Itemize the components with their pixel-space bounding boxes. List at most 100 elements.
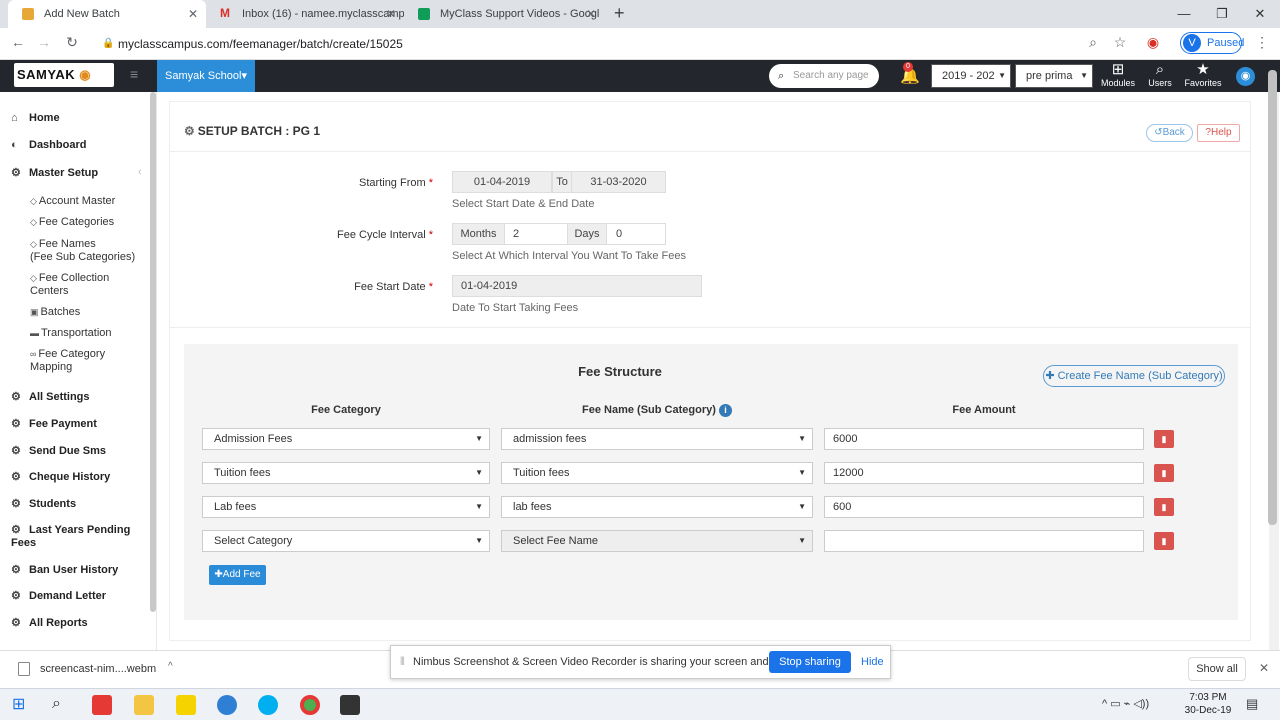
fee-name-select[interactable]: Tuition fees ▼ [501, 462, 813, 484]
folder-icon[interactable] [134, 695, 154, 715]
fee-amount-input[interactable]: 6000 [824, 428, 1144, 450]
stop-sharing-button[interactable]: Stop sharing [769, 651, 851, 673]
sidebar-subitem-fee-categories[interactable]: ◇ Fee Categories [30, 216, 114, 229]
create-fee-name-button[interactable]: ✚ Create Fee Name (Sub Category) [1043, 365, 1225, 387]
video-editor-icon[interactable] [340, 695, 360, 715]
add-fee-button[interactable]: ✚Add Fee [209, 565, 266, 585]
clock[interactable]: 7:03 PM 30-Dec-19 [1182, 691, 1234, 717]
end-date-input[interactable]: 31-03-2020 [571, 171, 666, 193]
sidebar-item-send-due-sms[interactable]: ⚙ Send Due Sms [11, 444, 106, 457]
sidebar-subitem-fee-category-mapping[interactable]: ∞ Fee Category Mapping [30, 348, 105, 374]
sidebar-item-fee-payment[interactable]: ⚙ Fee Payment [11, 417, 97, 430]
search-icon[interactable]: ⌕ [52, 695, 61, 713]
close-icon[interactable]: ✕ [1259, 661, 1269, 675]
sidebar-item-demand-letter[interactable]: ⚙ Demand Letter [11, 589, 106, 602]
extension-icon[interactable]: ◉ [1143, 34, 1163, 51]
sidebar-subitem-batches[interactable]: ▣ Batches [30, 306, 80, 319]
skype-icon[interactable] [258, 695, 278, 715]
year-select[interactable]: 2019 - 202 ▼ [931, 64, 1011, 88]
delete-row-button[interactable]: ▮ [1154, 464, 1174, 482]
sidebar-subitem-account-master[interactable]: ◇ Account Master [30, 195, 115, 208]
logo[interactable]: SAMYAK ◉ [14, 63, 114, 87]
delete-row-button[interactable]: ▮ [1154, 532, 1174, 550]
months-input[interactable]: 2 [504, 223, 568, 245]
sidebar-subitem-fee-collection[interactable]: ◇ Fee Collection Centers [30, 272, 109, 298]
trash-icon: ▮ [1161, 434, 1167, 444]
zoom-icon[interactable]: ⌕ [1083, 34, 1103, 51]
fee-category-select[interactable]: Lab fees ▼ [202, 496, 490, 518]
sidebar-item-cheque-history[interactable]: ⚙ Cheque History [11, 470, 110, 483]
sidebar-item-all-settings[interactable]: ⚙ All Settings [11, 390, 90, 403]
fee-name-select[interactable]: lab fees ▼ [501, 496, 813, 518]
tab-add-new-batch[interactable]: Add New Batch ✕ [8, 0, 206, 28]
close-icon[interactable]: ✕ [586, 0, 596, 28]
close-icon[interactable]: ✕ [386, 0, 396, 28]
users-button[interactable]: ⌕ Users [1138, 62, 1182, 89]
back-button[interactable]: ↺Back [1146, 124, 1193, 142]
sidebar-subitem-fee-names[interactable]: ◇ Fee Names (Fee Sub Categories) [30, 238, 135, 264]
help-button[interactable]: ?Help [1197, 124, 1240, 142]
fee-amount-input[interactable]: 12000 [824, 462, 1144, 484]
menu-dots-icon[interactable]: ⋮ [1252, 34, 1272, 51]
sidebar-item-last-years-pending-fees[interactable]: ⚙ Last Years Pending Fees [11, 524, 141, 550]
hide-button[interactable]: Hide [861, 646, 884, 678]
close-window-icon[interactable]: ✕ [1240, 0, 1280, 28]
sidebar-subitem-transportation[interactable]: ▬ Transportation [30, 327, 112, 340]
notification-badge: 0 [903, 62, 913, 72]
sidebar-item-students[interactable]: ⚙ Students [11, 497, 76, 510]
hamburger-icon[interactable]: ≡ [130, 66, 138, 82]
drag-handle-icon[interactable]: ⦀ [400, 646, 405, 678]
teamviewer-icon[interactable] [217, 695, 237, 715]
profile-button[interactable]: V Paused [1180, 32, 1244, 54]
page-scrollbar[interactable] [1268, 70, 1277, 525]
delete-row-button[interactable]: ▮ [1154, 430, 1174, 448]
bookmark-star-icon[interactable]: ☆ [1110, 34, 1130, 51]
reload-icon[interactable]: ↻ [62, 34, 82, 51]
favicon-icon [22, 8, 34, 20]
sidebar-item-dashboard[interactable]: ◐ Dashboard [11, 139, 86, 151]
sidebar-scrollbar[interactable] [150, 92, 156, 612]
chevron-up-icon[interactable]: ^ [168, 661, 173, 672]
app-icon[interactable] [92, 695, 112, 715]
chrome-icon[interactable] [300, 695, 320, 715]
fee-amount-input[interactable] [824, 530, 1144, 552]
sidebar-item-ban-user-history[interactable]: ⚙ Ban User History [11, 563, 118, 576]
start-date-input[interactable]: 01-04-2019 [452, 171, 552, 193]
sidebar-item-home[interactable]: ⌂ Home [11, 112, 60, 124]
fee-name-select[interactable]: Select Fee Name ▼ [501, 530, 813, 552]
minimize-icon[interactable]: — [1164, 0, 1204, 28]
sidebar-item-all-reports[interactable]: ⚙ All Reports [11, 616, 88, 629]
search-input[interactable]: ⌕ Search any page [769, 64, 879, 88]
tab-support-videos[interactable]: MyClass Support Videos - Googl ✕ [404, 0, 604, 28]
home-icon: ⌂ [11, 112, 18, 124]
class-select[interactable]: pre prima ▼ [1015, 64, 1093, 88]
trash-icon: ▮ [1161, 502, 1167, 512]
user-avatar-icon[interactable]: ◉ [1236, 67, 1255, 86]
show-all-button[interactable]: Show all [1188, 657, 1246, 681]
new-tab-button[interactable]: + [614, 3, 625, 24]
fee-amount-input[interactable]: 600 [824, 496, 1144, 518]
tray-icons[interactable]: ^ ▭ ⌁ ◁)) [1102, 697, 1149, 710]
maximize-icon[interactable]: ❐ [1202, 0, 1242, 28]
fee-category-select[interactable]: Tuition fees ▼ [202, 462, 490, 484]
modules-button[interactable]: ⊞ Modules [1096, 62, 1140, 89]
school-dropdown[interactable]: Samyak School▾ [157, 60, 255, 92]
windows-start-icon[interactable]: ⊞ [12, 697, 25, 713]
fee-name-select[interactable]: admission fees ▼ [501, 428, 813, 450]
fee-category-select[interactable]: Admission Fees ▼ [202, 428, 490, 450]
delete-row-button[interactable]: ▮ [1154, 498, 1174, 516]
sidebar-item-master-setup[interactable]: ⚙ Master Setup ‹ [11, 166, 142, 179]
close-icon[interactable]: ✕ [188, 0, 198, 28]
fee-start-date-input[interactable]: 01-04-2019 [452, 275, 702, 297]
days-input[interactable]: 0 [606, 223, 666, 245]
notification-center-icon[interactable]: ▤ [1246, 696, 1258, 712]
download-filename[interactable]: screencast-nim....webm [40, 663, 156, 675]
favorites-button[interactable]: ★ Favorites [1181, 62, 1225, 89]
forward-arrow-icon[interactable]: → [34, 34, 54, 50]
url-field[interactable]: 🔒 myclasscampus.com/feemanager/batch/cre… [96, 32, 1106, 56]
info-icon[interactable]: i [718, 404, 732, 417]
fee-category-select[interactable]: Select Category ▼ [202, 530, 490, 552]
tab-inbox[interactable]: M Inbox (16) - namee.myclasscamp ✕ [206, 0, 404, 28]
back-arrow-icon[interactable]: ← [8, 34, 28, 50]
sticky-notes-icon[interactable] [176, 695, 196, 715]
